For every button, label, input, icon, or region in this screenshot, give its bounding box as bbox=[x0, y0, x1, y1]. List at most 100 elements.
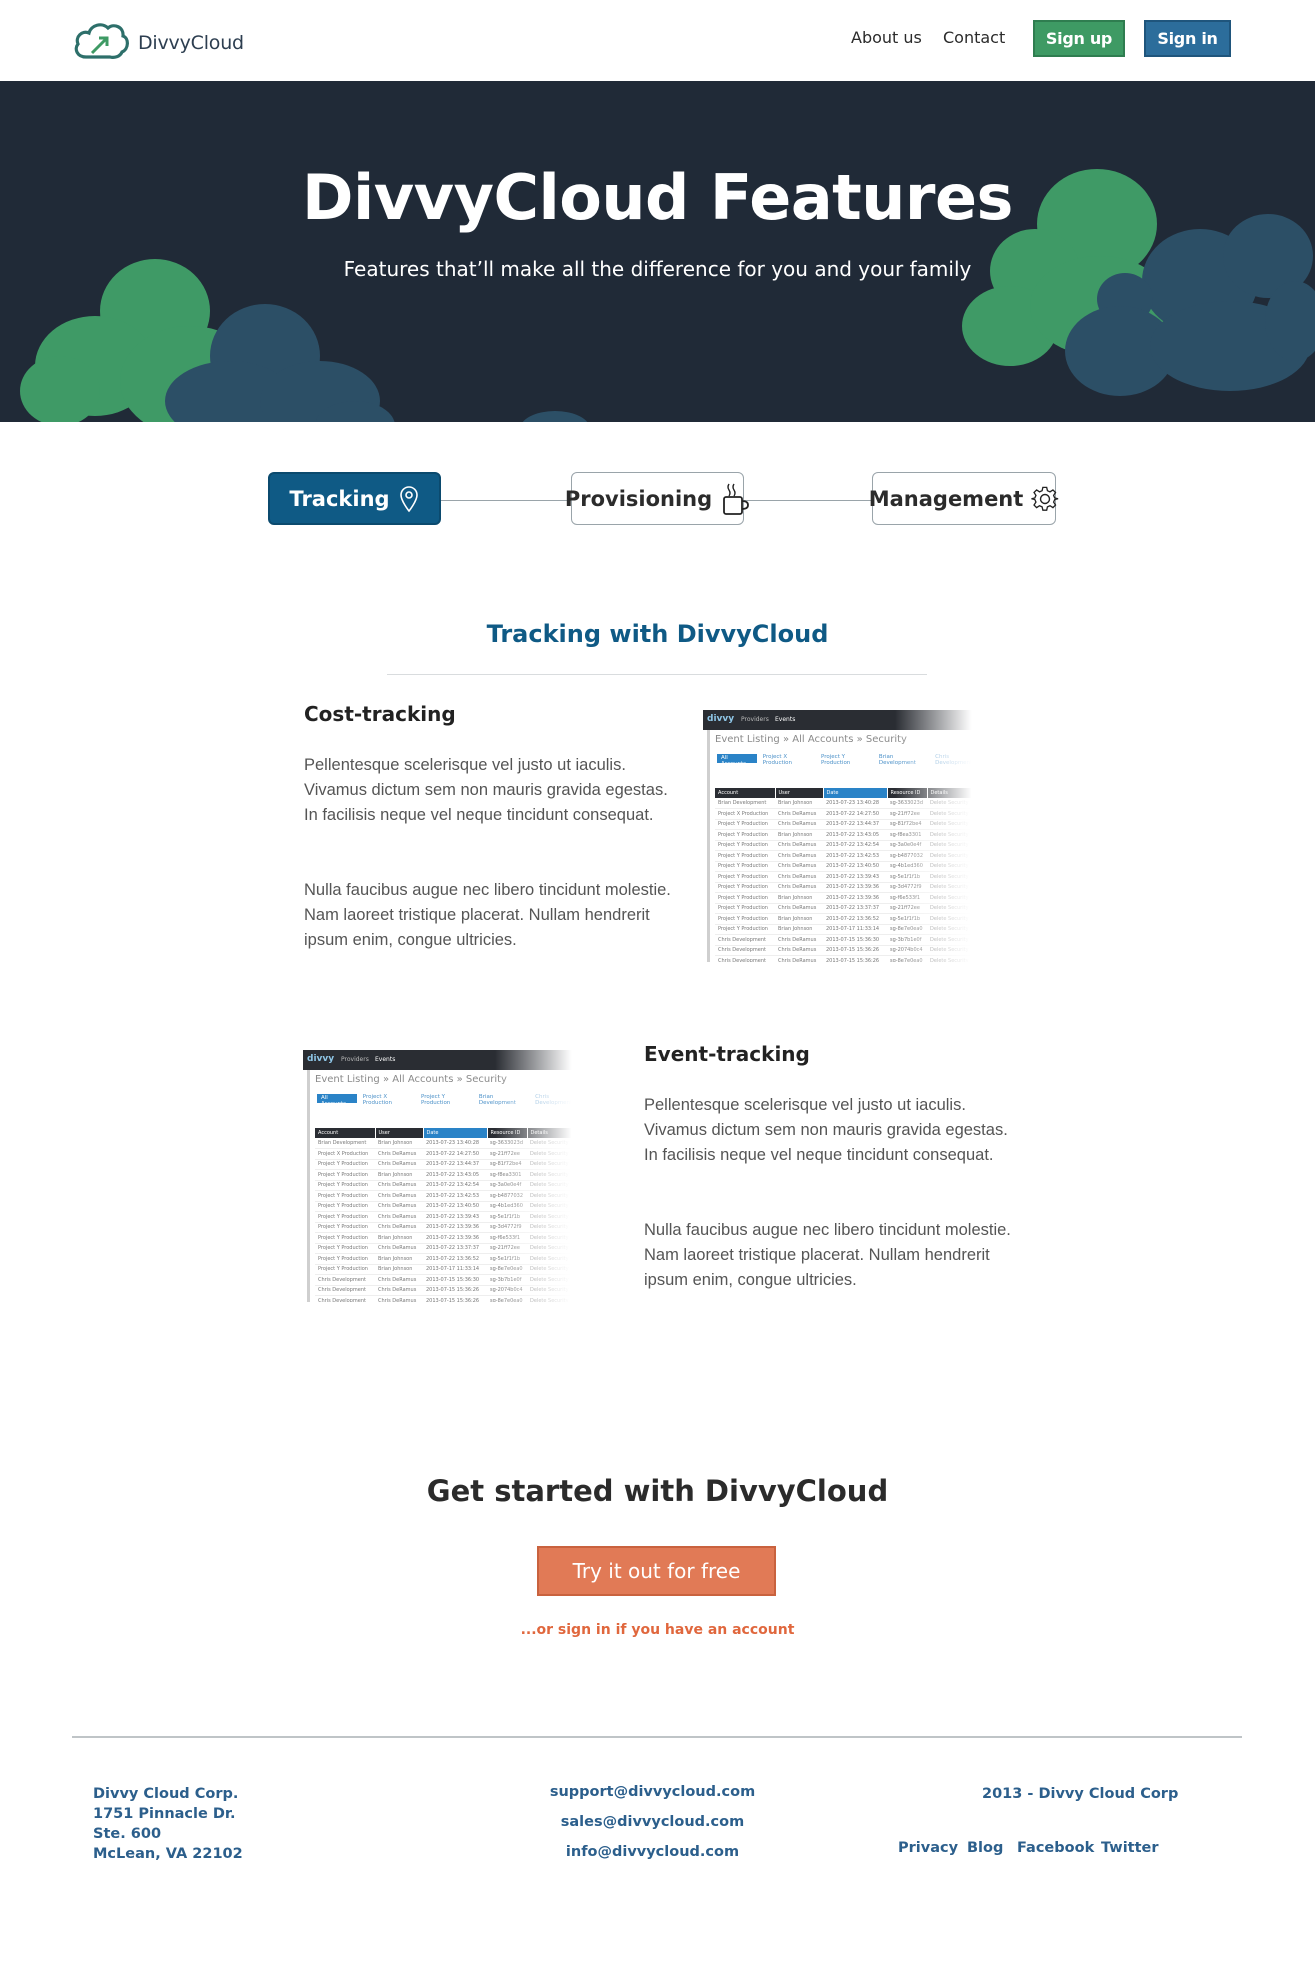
feature-paragraph: Pellentesque scelerisque vel justo ut ia… bbox=[644, 1096, 1008, 1164]
table-cell: 2013-07-15 15:36:26 bbox=[823, 945, 887, 956]
feature-title: Event-tracking bbox=[644, 1042, 810, 1066]
tab-label: Management bbox=[868, 486, 1024, 511]
table-cell: Brian Development bbox=[315, 1138, 375, 1149]
table-cell: Project Y Production bbox=[315, 1222, 375, 1233]
tab-provisioning[interactable]: Provisioning bbox=[565, 472, 750, 525]
table-cell: Chris Development bbox=[315, 1285, 375, 1296]
table-cell: Project X Production bbox=[715, 808, 775, 820]
table-cell: Brian Johnson bbox=[375, 1253, 423, 1265]
table-cell: Brian Johnson bbox=[775, 798, 823, 809]
site-header: DivvyCloud About us Contact Sign up Sign… bbox=[0, 0, 1315, 81]
tab-tracking[interactable]: Tracking bbox=[268, 472, 441, 525]
table-cell: 2013-07-22 13:42:54 bbox=[423, 1180, 487, 1191]
table-cell: 2013-07-22 14:27:50 bbox=[423, 1148, 487, 1160]
mock-column-header: Account bbox=[715, 788, 776, 798]
tab-label: Provisioning bbox=[564, 486, 713, 511]
table-cell: Project Y Production bbox=[315, 1243, 375, 1254]
gear-icon bbox=[1031, 485, 1059, 513]
tab-management[interactable]: Management bbox=[868, 472, 1059, 525]
table-cell: Project Y Production bbox=[315, 1169, 375, 1181]
mock-nav-item: Providers bbox=[341, 1056, 369, 1063]
feature-title: Cost-tracking bbox=[304, 702, 456, 726]
table-cell: Project Y Production bbox=[715, 882, 775, 893]
table-cell: Brian Johnson bbox=[775, 892, 823, 904]
table-cell: 2013-07-22 13:37:37 bbox=[823, 903, 887, 914]
screenshot-event-listing: divvy Providers Events Event Listing » All … bbox=[303, 1050, 585, 1302]
table-cell: Project Y Production bbox=[715, 840, 775, 851]
blog-link[interactable]: Blog bbox=[967, 1840, 1003, 1856]
table-cell: 2013-07-15 15:36:30 bbox=[423, 1274, 487, 1286]
hero-subtitle: Features that’ll make all the difference… bbox=[343, 257, 972, 281]
table-cell: Chris DeRamus bbox=[375, 1243, 423, 1254]
table-cell: Chris DeRamus bbox=[375, 1148, 423, 1160]
twitter-link[interactable]: Twitter bbox=[1101, 1840, 1159, 1856]
table-cell: Chris DeRamus bbox=[375, 1285, 423, 1296]
sign-in-button[interactable]: Sign in bbox=[1144, 20, 1231, 57]
table-cell: Brian Johnson bbox=[375, 1232, 423, 1244]
screenshot-event-listing: divvy Providers Events Event Listing » All … bbox=[703, 710, 985, 962]
mock-nav-item: Events bbox=[775, 716, 796, 723]
table-cell: 2013-07-22 13:40:50 bbox=[423, 1201, 487, 1212]
table-cell: Project Y Production bbox=[315, 1190, 375, 1202]
sign-in-link[interactable]: ...or sign in if you have an account bbox=[0, 1622, 1315, 1638]
table-cell: Project Y Production bbox=[315, 1201, 375, 1212]
table-cell: Project Y Production bbox=[315, 1159, 375, 1170]
logo[interactable]: DivvyCloud bbox=[72, 19, 244, 67]
table-cell: 2013-07-22 13:39:36 bbox=[423, 1222, 487, 1233]
table-cell: Brian Johnson bbox=[375, 1169, 423, 1181]
table-cell: Chris DeRamus bbox=[375, 1295, 423, 1302]
table-cell: 2013-07-22 13:42:54 bbox=[823, 840, 887, 851]
mock-sidebar bbox=[707, 730, 710, 962]
mock-column-header: Date bbox=[423, 1128, 488, 1138]
mock-filter: Project X Production bbox=[762, 754, 793, 766]
table-cell: 2013-07-15 15:36:26 bbox=[423, 1285, 487, 1296]
table-cell: 2013-07-22 13:43:05 bbox=[423, 1169, 487, 1181]
footer-divider bbox=[72, 1736, 1242, 1738]
table-cell: Project X Production bbox=[315, 1148, 375, 1160]
cta-title: Get started with DivvyCloud bbox=[426, 1474, 889, 1508]
mock-filter: All Accounts bbox=[317, 1094, 357, 1107]
mock-nav-item: Providers bbox=[741, 716, 769, 723]
table-cell: Project Y Production bbox=[715, 924, 775, 935]
sign-up-button[interactable]: Sign up bbox=[1033, 20, 1125, 57]
table-cell: 2013-07-22 13:44:37 bbox=[823, 819, 887, 830]
hero-title: DivvyCloud Features bbox=[302, 161, 1013, 234]
mock-sidebar bbox=[307, 1070, 310, 1302]
privacy-link[interactable]: Privacy bbox=[898, 1840, 958, 1856]
table-cell: Chris DeRamus bbox=[775, 840, 823, 851]
mock-column-header: User bbox=[775, 788, 824, 798]
nav-contact-link[interactable]: Contact bbox=[943, 28, 1005, 47]
table-cell: Project Y Production bbox=[315, 1211, 375, 1223]
table-cell: 2013-07-22 13:42:53 bbox=[423, 1190, 487, 1202]
nav-about-link[interactable]: About us bbox=[851, 28, 922, 47]
table-cell: 2013-07-22 14:27:50 bbox=[823, 808, 887, 820]
try-free-button[interactable]: Try it out for free bbox=[537, 1546, 776, 1596]
table-cell: Chris DeRamus bbox=[775, 903, 823, 914]
table-cell: Chris Development bbox=[315, 1295, 375, 1302]
table-cell: 2013-07-22 13:39:36 bbox=[823, 892, 887, 904]
table-cell: 2013-07-22 13:36:52 bbox=[823, 913, 887, 925]
table-cell: Brian Johnson bbox=[775, 829, 823, 841]
table-cell: 2013-07-22 13:39:36 bbox=[823, 882, 887, 893]
table-cell: Project Y Production bbox=[715, 892, 775, 904]
sales-email-link[interactable]: sales@divvycloud.com bbox=[0, 1814, 1305, 1830]
table-cell: Chris Development bbox=[715, 945, 775, 956]
mock-logo: divvy bbox=[707, 714, 735, 724]
table-cell: Chris DeRamus bbox=[775, 945, 823, 956]
table-cell: Project Y Production bbox=[315, 1180, 375, 1191]
table-cell: 2013-07-22 13:44:37 bbox=[423, 1159, 487, 1170]
table-cell: Project Y Production bbox=[315, 1232, 375, 1244]
table-cell: 2013-07-17 11:33:14 bbox=[823, 924, 887, 935]
facebook-link[interactable]: Facebook bbox=[1017, 1840, 1094, 1856]
mock-column-header: Date bbox=[823, 788, 888, 798]
mock-column-header: Account bbox=[315, 1128, 376, 1138]
coffee-mug-icon bbox=[720, 482, 750, 516]
table-cell: 2013-07-23 13:40:28 bbox=[423, 1138, 487, 1149]
table-cell: 2013-07-15 15:36:30 bbox=[823, 934, 887, 946]
table-cell: 2013-07-15 15:36:26 bbox=[423, 1295, 487, 1302]
table-cell: 2013-07-15 15:36:26 bbox=[823, 955, 887, 962]
fade-overlay bbox=[895, 710, 985, 962]
table-cell: Chris Development bbox=[315, 1274, 375, 1286]
table-cell: Chris DeRamus bbox=[375, 1180, 423, 1191]
feature-paragraph: Nulla faucibus augue nec libero tincidun… bbox=[644, 1221, 1011, 1289]
